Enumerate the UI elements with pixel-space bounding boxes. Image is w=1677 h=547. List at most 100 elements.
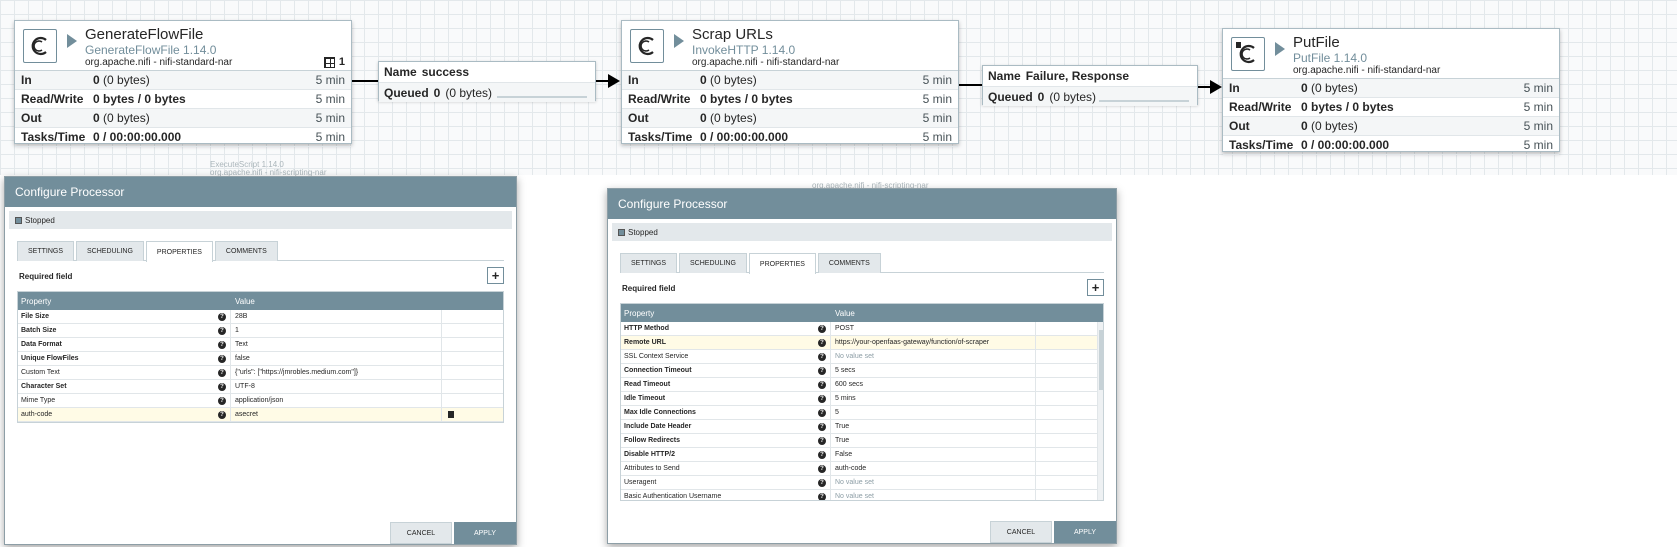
processor-name: GenerateFlowFile xyxy=(85,26,204,43)
property-value[interactable]: auth-code xyxy=(831,461,1036,476)
tab-comments[interactable]: COMMENTS xyxy=(214,241,278,261)
property-value[interactable]: Text xyxy=(231,337,442,352)
property-row[interactable]: Batch Size? 1 xyxy=(18,323,503,338)
property-value[interactable]: True xyxy=(831,433,1036,448)
help-icon[interactable]: ? xyxy=(218,396,226,405)
help-icon[interactable]: ? xyxy=(818,450,826,459)
property-row[interactable]: Follow Redirects? True xyxy=(621,433,1103,448)
property-row[interactable]: Unique FlowFiles? false xyxy=(18,351,503,366)
help-icon[interactable]: ? xyxy=(818,394,826,403)
help-icon[interactable]: ? xyxy=(818,352,826,361)
property-value[interactable]: false xyxy=(231,351,442,366)
help-icon[interactable]: ? xyxy=(818,478,826,487)
help-icon[interactable]: ? xyxy=(818,380,826,389)
help-icon[interactable]: ? xyxy=(218,382,226,391)
property-row[interactable]: Attributes to Send? auth-code xyxy=(621,461,1103,476)
connection-failure-response[interactable]: Name Failure, Response Queued 0 (0 bytes) xyxy=(982,65,1198,106)
help-icon[interactable]: ? xyxy=(218,340,226,349)
help-icon[interactable]: ? xyxy=(818,408,826,417)
property-value[interactable]: 1 xyxy=(231,323,442,338)
property-row[interactable]: Custom Text? {"urls": ["https://jmrobles.… xyxy=(18,365,503,380)
property-value[interactable]: False xyxy=(831,447,1036,462)
property-row[interactable]: Character Set? UTF-8 xyxy=(18,379,503,394)
connection-line[interactable] xyxy=(352,80,380,82)
property-value[interactable]: 600 secs xyxy=(831,377,1036,392)
processor-generate-flowfile[interactable]: GenerateFlowFile GenerateFlowFile 1.14.0… xyxy=(14,20,352,147)
property-actions xyxy=(442,366,448,380)
tab-settings[interactable]: SETTINGS xyxy=(17,241,75,261)
property-value[interactable]: 5 mins xyxy=(831,391,1036,406)
property-row[interactable]: Disable HTTP/2? False xyxy=(621,447,1103,462)
property-row[interactable]: SSL Context Service? No value set xyxy=(621,349,1103,364)
help-icon[interactable]: ? xyxy=(818,338,826,347)
tab-properties[interactable]: PROPERTIES xyxy=(145,241,213,262)
properties-scrollbar[interactable] xyxy=(1097,322,1103,500)
property-row[interactable]: Basic Authentication Username? No value s… xyxy=(621,489,1103,500)
stat-value-bold: 0 xyxy=(1301,119,1308,133)
apply-button[interactable]: APPLY xyxy=(454,522,516,544)
property-row[interactable]: HTTP Method? POST xyxy=(621,321,1103,336)
property-value[interactable]: True xyxy=(831,419,1036,434)
property-value[interactable]: 28B xyxy=(231,309,442,324)
scroll-thumb[interactable] xyxy=(1099,330,1103,390)
help-icon[interactable]: ? xyxy=(818,324,826,333)
property-row[interactable]: auth-code? asecret xyxy=(18,407,503,422)
property-actions xyxy=(1036,350,1042,364)
property-row[interactable]: Include Date Header? True xyxy=(621,419,1103,434)
property-actions xyxy=(1036,364,1042,378)
property-row[interactable]: Max Idle Connections? 5 xyxy=(621,405,1103,420)
tab-comments[interactable]: COMMENTS xyxy=(817,253,881,273)
stat-value-bold: 0 xyxy=(700,73,707,87)
property-value[interactable]: No value set xyxy=(831,489,1036,500)
property-row[interactable]: Connection Timeout? 5 secs xyxy=(621,363,1103,378)
processor-scrap-urls[interactable]: Scrap URLs InvokeHTTP 1.14.0 org.apache.… xyxy=(621,20,959,147)
property-row[interactable]: Read Timeout? 600 secs xyxy=(621,377,1103,392)
property-value[interactable]: asecret xyxy=(231,407,442,422)
property-value[interactable]: No value set xyxy=(831,475,1036,490)
connection-line[interactable] xyxy=(959,84,983,86)
help-icon[interactable]: ? xyxy=(218,326,226,335)
add-property-button[interactable]: + xyxy=(1087,279,1104,296)
stat-time-window: 5 min xyxy=(1523,138,1553,152)
help-icon[interactable]: ? xyxy=(818,492,826,500)
help-icon[interactable]: ? xyxy=(818,436,826,445)
arrow-head-icon xyxy=(608,74,620,88)
connection-line[interactable] xyxy=(1197,86,1211,88)
apply-button[interactable]: APPLY xyxy=(1054,521,1116,543)
property-row[interactable]: Remote URL? https://your-openfaas-gateway… xyxy=(621,335,1103,350)
property-row[interactable]: Idle Timeout? 5 mins xyxy=(621,391,1103,406)
cancel-button[interactable]: CANCEL xyxy=(990,521,1052,543)
property-value[interactable]: application/json xyxy=(231,393,442,408)
property-value[interactable]: No value set xyxy=(831,349,1036,364)
property-row[interactable]: File Size? 28B xyxy=(18,309,503,324)
trash-icon[interactable] xyxy=(448,411,454,418)
property-value[interactable]: UTF-8 xyxy=(231,379,442,394)
tab-settings[interactable]: SETTINGS xyxy=(620,253,678,273)
help-icon[interactable]: ? xyxy=(218,410,226,419)
add-property-button[interactable]: + xyxy=(487,267,504,284)
help-icon[interactable]: ? xyxy=(818,422,826,431)
property-row[interactable]: Useragent? No value set xyxy=(621,475,1103,490)
processor-type: GenerateFlowFile 1.14.0 xyxy=(85,43,217,57)
help-icon[interactable]: ? xyxy=(818,464,826,473)
property-name: auth-code? xyxy=(18,407,231,422)
tab-properties[interactable]: PROPERTIES xyxy=(748,253,816,274)
help-icon[interactable]: ? xyxy=(218,368,226,377)
property-value[interactable]: {"urls": ["https://jmrobles.medium.com"]… xyxy=(231,365,442,380)
tab-scheduling[interactable]: SCHEDULING xyxy=(76,241,144,261)
property-value[interactable]: POST xyxy=(831,321,1036,336)
connection-success[interactable]: Name success Queued 0 (0 bytes) xyxy=(378,61,596,102)
property-row[interactable]: Data Format? Text xyxy=(18,337,503,352)
cancel-button[interactable]: CANCEL xyxy=(390,522,452,544)
help-icon[interactable]: ? xyxy=(818,366,826,375)
stat-value-size: (0 bytes) xyxy=(710,73,757,87)
property-actions xyxy=(1036,378,1042,392)
property-value[interactable]: 5 xyxy=(831,405,1036,420)
property-value[interactable]: 5 secs xyxy=(831,363,1036,378)
property-row[interactable]: Mime Type? application/json xyxy=(18,393,503,408)
property-value[interactable]: https://your-openfaas-gateway/function/o… xyxy=(831,335,1036,350)
help-icon[interactable]: ? xyxy=(218,354,226,363)
processor-putfile[interactable]: PutFile PutFile 1.14.0 org.apache.nifi -… xyxy=(1222,28,1560,155)
help-icon[interactable]: ? xyxy=(218,312,226,321)
tab-scheduling[interactable]: SCHEDULING xyxy=(679,253,747,273)
